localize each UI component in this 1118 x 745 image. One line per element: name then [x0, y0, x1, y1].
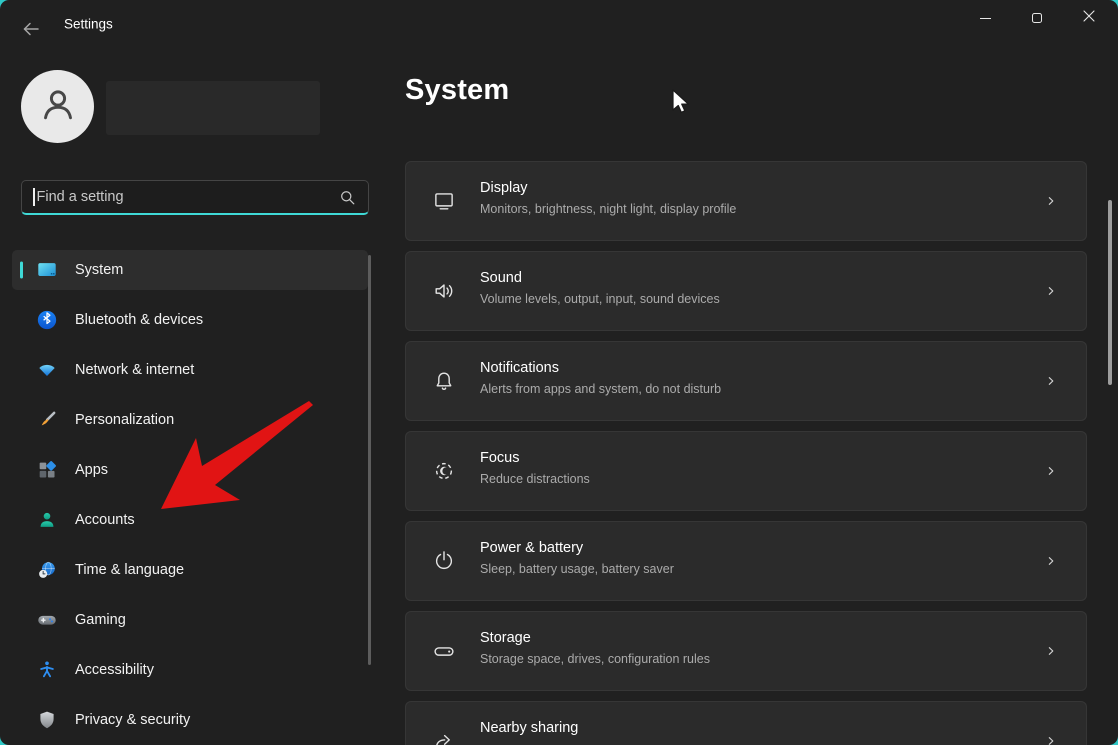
chevron-right-icon — [1042, 372, 1060, 390]
settings-card-nearby-sharing[interactable]: Nearby sharing — [405, 701, 1087, 745]
card-title: Display — [480, 178, 736, 198]
card-subtitle: Reduce distractions — [480, 470, 590, 489]
close-button[interactable] — [1066, 0, 1112, 36]
main-scrollbar[interactable] — [1108, 200, 1112, 385]
back-button[interactable] — [14, 14, 48, 48]
card-text: Power & battery Sleep, battery usage, bat… — [480, 538, 674, 579]
card-subtitle: Sleep, battery usage, battery saver — [480, 560, 674, 579]
accessibility-icon — [36, 659, 58, 681]
sidebar-item-label: Privacy & security — [75, 712, 190, 728]
sidebar-item-label: Gaming — [75, 612, 126, 628]
search-icon[interactable] — [338, 188, 357, 207]
chevron-right-icon — [1042, 192, 1060, 210]
privacy-icon — [36, 709, 58, 731]
avatar[interactable] — [21, 70, 94, 143]
sidebar-item-time-language[interactable]: Time & language — [12, 550, 368, 590]
display-icon — [431, 188, 457, 214]
card-text: Notifications Alerts from apps and system… — [480, 358, 721, 399]
time-language-icon — [36, 559, 58, 581]
card-subtitle: Volume levels, output, input, sound devi… — [480, 290, 720, 309]
search-input[interactable]: Find a setting — [21, 180, 369, 215]
chevron-right-icon — [1042, 732, 1060, 745]
card-text: Storage Storage space, drives, configurat… — [480, 628, 710, 669]
settings-card-list: Display Monitors, brightness, night light… — [405, 161, 1087, 745]
card-title: Notifications — [480, 358, 721, 378]
sidebar-item-bluetooth-devices[interactable]: Bluetooth & devices — [12, 300, 368, 340]
sidebar-scrollbar[interactable] — [368, 255, 371, 665]
sound-icon — [431, 278, 457, 304]
user-icon — [36, 82, 80, 131]
storage-icon — [431, 638, 457, 664]
window-title: Settings — [64, 17, 113, 32]
sidebar-item-label: System — [75, 262, 123, 278]
sidebar-item-gaming[interactable]: Gaming — [12, 600, 368, 640]
settings-window: Settings Find a setting System Bluetooth … — [0, 0, 1118, 745]
sidebar-item-apps[interactable]: Apps — [12, 450, 368, 490]
chevron-right-icon — [1042, 642, 1060, 660]
settings-card-focus[interactable]: Focus Reduce distractions — [405, 431, 1087, 511]
settings-card-power-battery[interactable]: Power & battery Sleep, battery usage, bat… — [405, 521, 1087, 601]
chevron-right-icon — [1042, 552, 1060, 570]
network-icon — [36, 359, 58, 381]
sidebar-item-network-internet[interactable]: Network & internet — [12, 350, 368, 390]
card-title: Storage — [480, 628, 710, 648]
card-text: Nearby sharing — [480, 718, 578, 740]
chevron-right-icon — [1042, 462, 1060, 480]
settings-card-notifications[interactable]: Notifications Alerts from apps and system… — [405, 341, 1087, 421]
card-title: Focus — [480, 448, 590, 468]
titlebar: Settings — [0, 0, 1118, 48]
apps-icon — [36, 459, 58, 481]
personalization-icon — [36, 409, 58, 431]
settings-card-storage[interactable]: Storage Storage space, drives, configurat… — [405, 611, 1087, 691]
sidebar-item-label: Network & internet — [75, 362, 194, 378]
gaming-icon — [36, 609, 58, 631]
card-subtitle: Alerts from apps and system, do not dist… — [480, 380, 721, 399]
maximize-button[interactable] — [1014, 0, 1060, 36]
selection-indicator — [20, 262, 23, 279]
sidebar-item-personalization[interactable]: Personalization — [12, 400, 368, 440]
card-subtitle: Storage space, drives, configuration rul… — [480, 650, 710, 669]
text-caret — [33, 188, 35, 206]
close-icon — [1083, 9, 1095, 27]
back-arrow-icon — [21, 19, 41, 44]
minimize-icon — [980, 18, 991, 19]
sidebar-item-label: Accounts — [75, 512, 135, 528]
power-icon — [431, 548, 457, 574]
card-title: Sound — [480, 268, 720, 288]
search-placeholder: Find a setting — [37, 189, 339, 205]
focus-icon — [431, 458, 457, 484]
card-title: Nearby sharing — [480, 718, 578, 738]
sidebar-item-accounts[interactable]: Accounts — [12, 500, 368, 540]
sidebar-item-label: Bluetooth & devices — [75, 312, 203, 328]
sidebar-item-accessibility[interactable]: Accessibility — [12, 650, 368, 690]
sidebar-nav: System Bluetooth & devices Network & inter… — [12, 250, 368, 745]
settings-card-sound[interactable]: Sound Volume levels, output, input, sound… — [405, 251, 1087, 331]
card-text: Display Monitors, brightness, night light… — [480, 178, 736, 219]
settings-card-display[interactable]: Display Monitors, brightness, night light… — [405, 161, 1087, 241]
profile-name-placeholder — [106, 81, 320, 135]
card-text: Focus Reduce distractions — [480, 448, 590, 489]
sidebar-item-label: Time & language — [75, 562, 184, 578]
system-icon — [36, 259, 58, 281]
bluetooth-icon — [36, 309, 58, 331]
chevron-right-icon — [1042, 282, 1060, 300]
sidebar-item-system[interactable]: System — [12, 250, 368, 290]
nearby-sharing-icon — [431, 728, 457, 745]
sidebar-item-label: Personalization — [75, 412, 174, 428]
card-title: Power & battery — [480, 538, 674, 558]
minimize-button[interactable] — [962, 0, 1008, 36]
notifications-icon — [431, 368, 457, 394]
card-subtitle: Monitors, brightness, night light, displ… — [480, 200, 736, 219]
maximize-icon — [1032, 13, 1042, 23]
page-title: System — [405, 74, 509, 107]
sidebar-item-label: Accessibility — [75, 662, 154, 678]
accounts-icon — [36, 509, 58, 531]
sidebar-item-label: Apps — [75, 462, 108, 478]
sidebar-item-privacy-security[interactable]: Privacy & security — [12, 700, 368, 740]
card-text: Sound Volume levels, output, input, sound… — [480, 268, 720, 309]
